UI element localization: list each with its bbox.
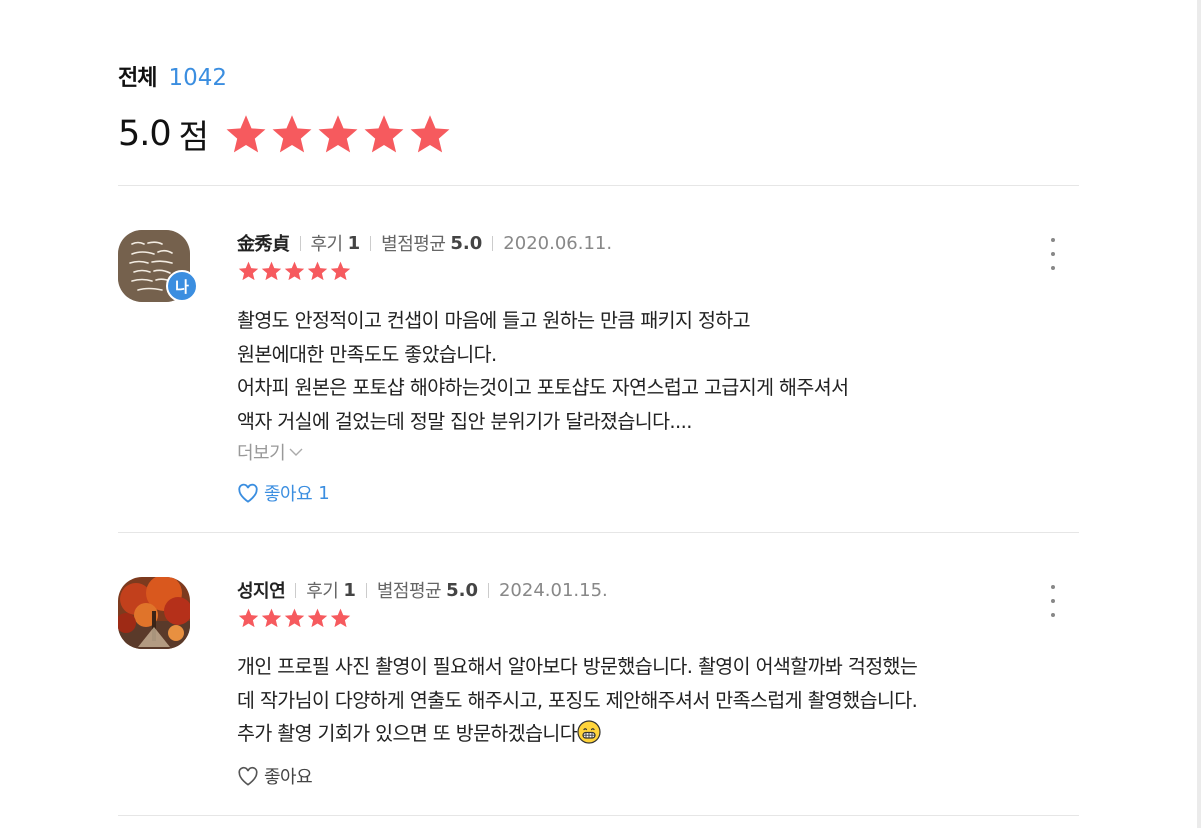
average-score: 5.0 점 (118, 110, 453, 158)
divider (118, 532, 1079, 533)
review-text-line: 추가 촬영 기회가 있으면 또 방문하겠습니다 (237, 717, 917, 751)
my-review-badge: 나 (166, 270, 198, 302)
star-icon (330, 261, 351, 281)
summary-star-rating (223, 112, 453, 156)
star-icon (238, 261, 259, 281)
star-icon (272, 115, 312, 153)
review-count-value: 1 (347, 232, 361, 254)
review-meta: 성지연 후기 1 별점평균 5.0 2024.01.15. (237, 577, 608, 603)
average-rating-label: 별점평균 (376, 581, 442, 602)
star-icon (330, 608, 351, 628)
dot (1051, 613, 1055, 617)
chevron-down-icon (289, 448, 303, 456)
star-icon (307, 261, 328, 281)
dot (1051, 252, 1055, 256)
review-date: 2020.06.11. (503, 232, 613, 254)
divider (118, 815, 1079, 816)
star-icon (261, 261, 282, 281)
review-text-line: 촬영도 안정적이고 컨샙이 마음에 들고 원하는 만큼 패키지 정하고 (237, 309, 751, 332)
star-icon (261, 608, 282, 628)
review-text-line: 데 작가님이 다양하게 연출도 해주시고, 포징도 제안해주셔서 만족스럽게 촬… (237, 688, 918, 712)
dot (1051, 585, 1055, 589)
star-icon (364, 115, 404, 153)
star-icon (307, 608, 328, 628)
review-summary-header: 전체 1042 (118, 60, 227, 92)
heart-icon (238, 766, 258, 786)
like-button[interactable]: 좋아요 1 (237, 480, 330, 506)
divider (118, 185, 1079, 186)
more-button[interactable]: 더보기 (237, 439, 303, 465)
like-label: 좋아요 (264, 484, 313, 505)
avatar[interactable] (118, 577, 190, 649)
more-label: 더보기 (237, 443, 286, 464)
star-icon (318, 115, 358, 153)
kebab-menu-icon[interactable] (1046, 238, 1060, 270)
separator (492, 235, 494, 251)
review-count-value: 1 (343, 579, 356, 601)
separator (299, 235, 301, 251)
average-rating-value: 5.0 (446, 579, 478, 601)
review-count-label: 후기 (310, 234, 344, 255)
star-icon (284, 608, 305, 628)
kebab-menu-icon[interactable] (1046, 585, 1060, 617)
review-text: 촬영도 안정적이고 컨샙이 마음에 들고 원하는 만큼 패키지 정하고 원본에대… (237, 304, 849, 438)
reviewer-name[interactable]: 성지연 (237, 577, 286, 603)
separator (365, 582, 367, 598)
average-rating-value: 5.0 (450, 232, 483, 254)
total-label: 전체 (118, 66, 157, 91)
average-rating-label: 별점평균 (381, 234, 446, 255)
score-unit: 점 (178, 117, 210, 156)
like-label: 좋아요 (264, 767, 313, 788)
reviewer-name[interactable]: 金秀貞 (237, 230, 290, 256)
review-meta: 金秀貞 후기 1 별점평균 5.0 2020.06.11. (237, 230, 612, 256)
review-text: 개인 프로필 사진 촬영이 필요해서 알아보다 방문했습니다. 촬영이 어색할까… (237, 650, 918, 751)
like-button[interactable]: 좋아요 (237, 763, 313, 789)
review-date: 2024.01.15. (498, 579, 608, 601)
review-star-rating (237, 607, 352, 629)
grinning-emoji-icon (577, 720, 601, 744)
review-text-line: 원본에대한 만족도도 좋았습니다. (237, 342, 497, 366)
review-text-line: 액자 거실에 걸었는데 정말 집안 분위기가 달라졌습니다.... (237, 409, 692, 433)
heart-icon (238, 483, 258, 503)
review-star-rating (237, 260, 352, 282)
separator (487, 582, 489, 598)
review-text-line: 어차피 원본은 포토샵 해야하는것이고 포토샵도 자연스럽고 고급지게 해주셔서 (237, 376, 849, 399)
star-icon (410, 115, 450, 153)
review-count-label: 후기 (306, 581, 339, 602)
star-icon (284, 261, 305, 281)
star-icon (238, 608, 259, 628)
scrollbar-track[interactable] (1197, 0, 1201, 828)
total-count: 1042 (168, 65, 228, 91)
separator (370, 235, 372, 251)
review-text-line-content: 추가 촬영 기회가 있으면 또 방문하겠습니다 (237, 722, 578, 745)
score-value: 5.0 (118, 114, 172, 154)
separator (295, 582, 297, 598)
like-count: 1 (318, 482, 330, 504)
review-text-line: 개인 프로필 사진 촬영이 필요해서 알아보다 방문했습니다. 촬영이 어색할까… (237, 655, 918, 678)
dot (1051, 238, 1055, 242)
star-icon (226, 115, 266, 153)
dot (1051, 599, 1055, 603)
dot (1051, 266, 1055, 270)
autumn-tree-avatar-image (118, 577, 190, 649)
